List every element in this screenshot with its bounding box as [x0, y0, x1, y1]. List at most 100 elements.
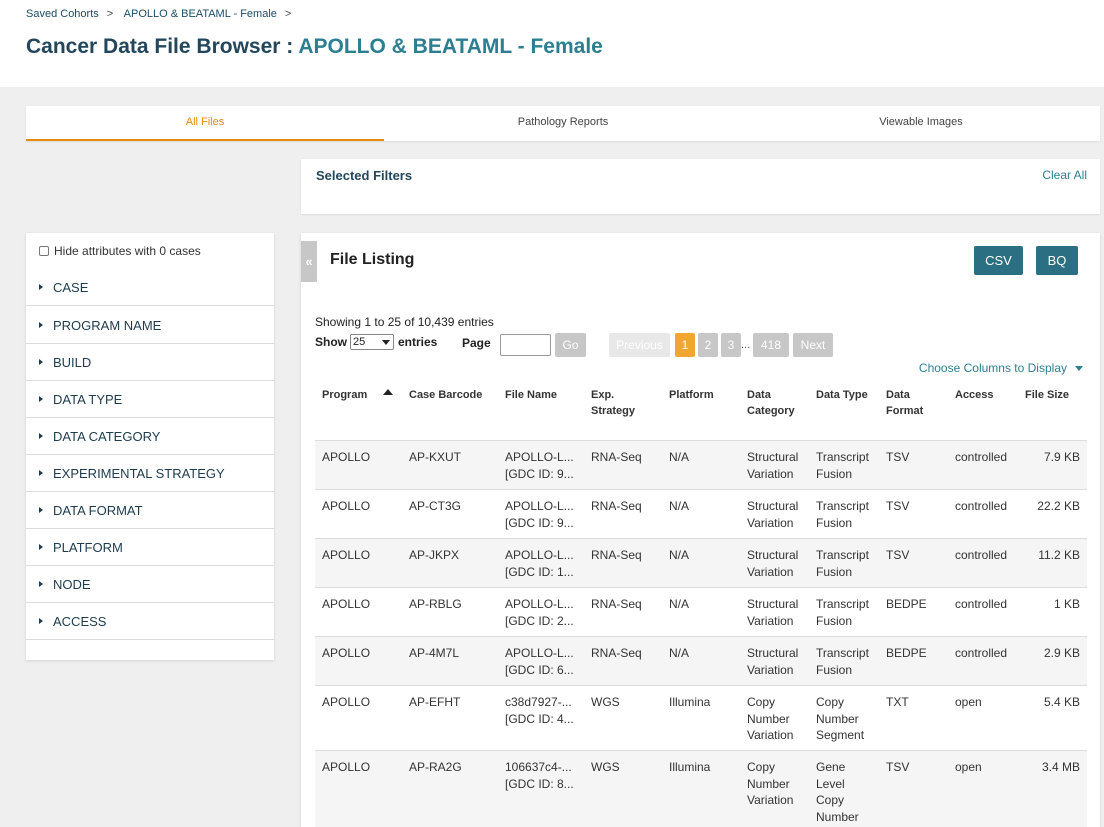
facet-label: ACCESS: [53, 613, 107, 629]
previous-page-button[interactable]: Previous: [609, 333, 670, 357]
hide-attributes-toggle[interactable]: Hide attributes with 0 cases: [39, 244, 201, 258]
facet-platform[interactable]: PLATFORM: [26, 529, 274, 566]
cell-program: APOLLO: [322, 499, 371, 513]
tab-pathology-reports[interactable]: Pathology Reports: [384, 106, 742, 141]
table-row[interactable]: APOLLO AP-4M7L APOLLO-L... [GDC ID: 6... RNA…: [315, 637, 1087, 686]
cell-file-name[interactable]: APOLLO-L... [GDC ID: 9...: [505, 498, 577, 531]
cell-data-type-line: Copy: [816, 793, 845, 807]
collapse-sidebar-button[interactable]: «: [301, 241, 317, 282]
file-name-line: [GDC ID: 9...: [505, 466, 574, 481]
facet-access[interactable]: ACCESS: [26, 603, 274, 640]
cell-file-name[interactable]: APOLLO-L... [GDC ID: 9...: [505, 449, 577, 482]
cell-file-size: 2.9 KB: [1043, 646, 1080, 660]
choose-columns-dropdown[interactable]: Choose Columns to Display: [919, 361, 1083, 375]
file-name-line: APOLLO-L...: [505, 597, 574, 611]
table-row[interactable]: APOLLO AP-CT3G APOLLO-L... [GDC ID: 9... RNA…: [315, 490, 1087, 539]
cell-data-category: Copy Number Variation: [747, 759, 793, 809]
cell-access: controlled: [955, 646, 1008, 660]
breadcrumb: Saved Cohorts > APOLLO & BEATAML - Female…: [26, 8, 299, 20]
table-row[interactable]: APOLLO AP-EFHT c38d7927-... [GDC ID: 4... WG…: [315, 686, 1087, 751]
cell-file-name[interactable]: APOLLO-L... [GDC ID: 1...: [505, 547, 577, 580]
selected-filters-title: Selected Filters: [316, 168, 413, 183]
column-header-exp-strategy[interactable]: Exp. Strategy: [591, 387, 635, 419]
cell-case-barcode: AP-KXUT: [409, 450, 462, 464]
cell-data-category-line: Variation: [747, 728, 794, 742]
facet-data-category[interactable]: DATA CATEGORY: [26, 418, 274, 455]
clear-all-link[interactable]: Clear All: [1042, 168, 1087, 182]
facet-data-type[interactable]: DATA TYPE: [26, 381, 274, 418]
cell-data-type: Transcript Fusion: [816, 547, 869, 580]
page-number-input[interactable]: [500, 334, 551, 356]
column-header-platform[interactable]: Platform: [669, 387, 714, 403]
column-header-program[interactable]: Program: [322, 387, 367, 403]
cell-program: APOLLO: [322, 695, 371, 709]
tab-viewable-images[interactable]: Viewable Images: [742, 106, 1100, 141]
entries-summary: Showing 1 to 25 of 10,439 entries: [315, 315, 494, 329]
facet-label: EXPERIMENTAL STRATEGY: [53, 465, 225, 481]
cell-file-size: 5.4 KB: [1043, 695, 1080, 709]
column-header-data-category[interactable]: Data Category: [747, 387, 795, 419]
cell-file-name[interactable]: APOLLO-L... [GDC ID: 2...: [505, 596, 577, 629]
facet-build[interactable]: BUILD: [26, 344, 274, 381]
page-size-select[interactable]: 25: [350, 334, 394, 350]
cell-access: controlled: [955, 499, 1008, 513]
facet-experimental-strategy[interactable]: EXPERIMENTAL STRATEGY: [26, 455, 274, 492]
file-name-line: APOLLO-L...: [505, 548, 574, 562]
facet-case[interactable]: CASE: [26, 269, 274, 306]
column-header-file-size[interactable]: File Size: [1025, 387, 1069, 403]
page-1-button[interactable]: 1: [675, 333, 695, 357]
column-header-data-format[interactable]: Data Format: [886, 387, 923, 419]
table-row[interactable]: APOLLO AP-RBLG APOLLO-L... [GDC ID: 2... RNA…: [315, 588, 1087, 637]
column-header-data-type[interactable]: Data Type: [816, 387, 868, 403]
bq-export-button[interactable]: BQ: [1036, 246, 1078, 275]
cell-file-size: 7.9 KB: [1043, 450, 1080, 464]
file-table: Program Case Barcode File Name Exp. Stra…: [315, 377, 1087, 827]
cell-data-type-line: Gene: [816, 760, 846, 774]
breadcrumb-saved-cohorts[interactable]: Saved Cohorts: [26, 8, 99, 20]
column-header-access[interactable]: Access: [955, 387, 994, 403]
cell-access: controlled: [955, 450, 1008, 464]
cell-data-type-line: Fusion: [816, 613, 853, 628]
cell-case-barcode: AP-4M7L: [409, 646, 460, 660]
facet-program-name[interactable]: PROGRAM NAME: [26, 307, 274, 344]
file-name-line: [GDC ID: 9...: [505, 515, 574, 530]
cell-data-category-line: Structural: [747, 548, 799, 562]
caret-right-icon: [39, 359, 43, 365]
cell-exp-strategy: RNA-Seq: [591, 597, 642, 611]
cell-data-category: Structural Variation: [747, 645, 798, 678]
next-page-button[interactable]: Next: [793, 333, 833, 357]
cell-data-type: Transcript Fusion: [816, 645, 869, 678]
tab-all-files[interactable]: All Files: [26, 106, 384, 141]
table-row[interactable]: APOLLO AP-RA2G 106637c4-... [GDC ID: 8... WG…: [315, 751, 1087, 827]
facet-label: DATA CATEGORY: [53, 428, 161, 444]
facet-data-format[interactable]: DATA FORMAT: [26, 492, 274, 529]
file-name-line: [GDC ID: 4...: [505, 711, 574, 726]
breadcrumb-cohort[interactable]: APOLLO & BEATAML - Female: [124, 8, 277, 20]
cell-program: APOLLO: [322, 597, 371, 611]
caret-right-icon: [39, 618, 43, 624]
page-2-button[interactable]: 2: [698, 333, 718, 357]
table-row[interactable]: APOLLO AP-KXUT APOLLO-L... [GDC ID: 9... RNA…: [315, 441, 1087, 490]
cell-file-name[interactable]: 106637c4-... [GDC ID: 8...: [505, 759, 577, 792]
last-page-button[interactable]: 418: [753, 333, 789, 357]
cell-data-category-line: Structural: [747, 597, 799, 611]
csv-export-button[interactable]: CSV: [974, 246, 1023, 275]
hide-attributes-checkbox[interactable]: [39, 246, 49, 256]
cell-data-type-line: Transcript: [816, 499, 869, 513]
hide-attributes-label: Hide attributes with 0 cases: [54, 244, 201, 258]
cell-exp-strategy: RNA-Seq: [591, 548, 642, 562]
file-name-line: APOLLO-L...: [505, 450, 574, 464]
cell-exp-strategy: RNA-Seq: [591, 646, 642, 660]
facet-sidebar: Hide attributes with 0 cases CASE PROGRA…: [26, 233, 274, 660]
page-3-button[interactable]: 3: [721, 333, 741, 357]
cell-file-name[interactable]: c38d7927-... [GDC ID: 4...: [505, 694, 577, 727]
go-button[interactable]: Go: [555, 333, 586, 357]
column-header-file-name[interactable]: File Name: [505, 387, 557, 403]
cell-data-type: Copy Number Segment: [816, 694, 864, 744]
facet-node[interactable]: NODE: [26, 566, 274, 603]
cell-file-name[interactable]: APOLLO-L... [GDC ID: 6...: [505, 645, 577, 678]
sort-ascending-icon[interactable]: [383, 389, 393, 395]
table-row[interactable]: APOLLO AP-JKPX APOLLO-L... [GDC ID: 1... RNA…: [315, 539, 1087, 588]
column-header-case-barcode[interactable]: Case Barcode: [409, 387, 482, 403]
caret-right-icon: [39, 507, 43, 513]
